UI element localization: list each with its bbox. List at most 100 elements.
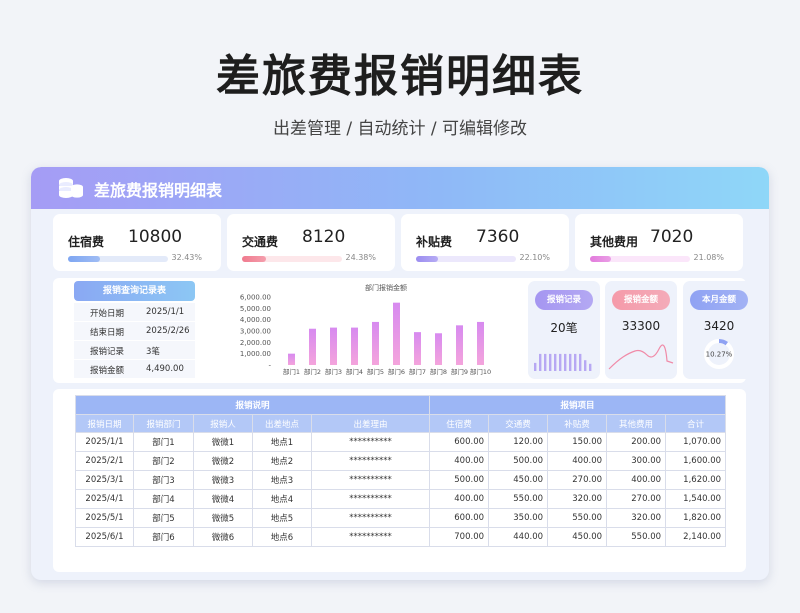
table-cell: 400.00 (606, 470, 667, 490)
x-tick-label: 部门9 (451, 367, 468, 376)
query-key: 报销金额 (90, 366, 125, 376)
table-cell: 2025/1/1 (75, 432, 134, 452)
table-cell: ********** (310, 432, 431, 452)
table-cell: 2025/2/1 (75, 451, 134, 471)
chart-bar (309, 328, 316, 365)
table-cell: 地点3 (252, 470, 312, 490)
table-cell: 微微5 (193, 508, 253, 528)
table-cell: 440.00 (488, 527, 549, 547)
mini-bar (564, 353, 567, 371)
table-cell: 地点6 (252, 527, 312, 547)
kpi-card: 住宿费 10800 32.43% (53, 214, 221, 271)
kpi-progress-bar (416, 256, 516, 262)
mini-bar (534, 362, 537, 371)
group-header-left: 报销说明 (74, 395, 431, 415)
query-value: 2025/2/26 (146, 326, 190, 336)
page-subtitle: 出差管理 / 自动统计 / 可编辑修改 (272, 119, 528, 139)
kpi-value: 7020 (650, 227, 694, 247)
kpi-progress-fill (590, 256, 612, 262)
stat-card: 报销金额 33300 (605, 281, 677, 379)
table-cell: ********** (310, 527, 431, 547)
chart-bar (477, 321, 484, 365)
x-tick-label: 部门6 (388, 367, 405, 376)
query-key: 开始日期 (90, 309, 125, 319)
table-cell: 550.00 (606, 527, 667, 547)
table-cell: 320.00 (606, 508, 667, 528)
y-tick-label: 3,000.00 (240, 328, 271, 336)
x-tick-label: 部门4 (346, 367, 363, 376)
x-tick-label: 部门3 (325, 367, 342, 376)
table-cell: 微微6 (193, 527, 253, 547)
table-cell: 2025/3/1 (75, 470, 134, 490)
table-row: 2025/2/1 部门2 微微2 地点2 ********** 400.00 500.00 4… (75, 451, 727, 471)
x-tick-label: 部门10 (470, 367, 491, 376)
table-cell: 部门4 (133, 489, 194, 509)
query-value: 4,490.00 (146, 364, 184, 374)
mini-bar (539, 353, 542, 371)
mini-bar (554, 353, 557, 371)
kpi-label: 住宿费 (68, 235, 105, 249)
query-key: 结束日期 (90, 328, 125, 338)
column-header: 报销日期 (75, 414, 134, 433)
column-header: 出差理由 (310, 414, 431, 433)
table-cell: 550.00 (547, 508, 608, 528)
table-cell: 200.00 (606, 432, 667, 452)
table-row: 2025/6/1 部门6 微微6 地点6 ********** 700.00 440.00 4… (75, 527, 727, 547)
query-value: 3笔 (146, 347, 160, 357)
group-header-right: 报销项目 (429, 395, 727, 415)
stat-value: 3420 (703, 319, 735, 333)
coin-stack-icon (59, 178, 83, 198)
chart-bar (330, 327, 337, 365)
table-cell: 2025/6/1 (75, 527, 134, 547)
kpi-progress-bar (68, 256, 168, 262)
mini-bar (544, 353, 547, 371)
table-row: 2025/3/1 部门3 微微3 地点3 ********** 500.00 450.00 2… (75, 470, 727, 490)
kpi-progress-fill (416, 256, 439, 262)
table-cell: 地点1 (252, 432, 312, 452)
column-header: 补贴费 (547, 414, 608, 433)
table-cell: ********** (310, 508, 431, 528)
column-header: 合计 (665, 414, 727, 433)
kpi-percent: 22.10% (519, 253, 550, 262)
table-row: 2025/4/1 部门4 微微4 地点4 ********** 400.00 550.00 3… (75, 489, 727, 509)
x-tick-label: 部门5 (367, 367, 384, 376)
table-cell: 450.00 (488, 470, 549, 490)
x-tick-label: 部门8 (430, 367, 447, 376)
table-cell: ********** (310, 451, 431, 471)
table-cell: 450.00 (547, 527, 608, 547)
donut-percent: 10.27% (706, 351, 733, 359)
table-cell: 300.00 (606, 451, 667, 471)
mini-bar (584, 360, 587, 371)
table-cell: 350.00 (488, 508, 549, 528)
table-cell: 微微1 (193, 432, 253, 452)
chart-bar (456, 325, 463, 365)
table-cell: 部门6 (133, 527, 194, 547)
kpi-progress-bar (590, 256, 690, 262)
banner-title: 差旅费报销明细表 (94, 181, 223, 200)
chart-title: 部门报销金额 (365, 283, 407, 292)
chart-bar (372, 321, 379, 365)
table-cell: 地点4 (252, 489, 312, 509)
table-cell: 600.00 (429, 432, 490, 452)
donut-chart: 10.27% (704, 338, 734, 369)
table-cell: 1,600.00 (665, 451, 727, 471)
chart-bar (435, 333, 442, 365)
query-title: 报销查询记录表 (74, 281, 195, 301)
table-cell: 120.00 (488, 432, 549, 452)
y-tick-label: 1,000.00 (240, 350, 271, 358)
y-tick-label: 5,000.00 (240, 305, 271, 313)
table-cell: 1,540.00 (665, 489, 727, 509)
kpi-value: 10800 (128, 227, 183, 247)
stat-label: 本月金额 (690, 290, 748, 310)
kpi-label: 交通费 (242, 235, 279, 249)
column-header: 住宿费 (429, 414, 490, 433)
y-tick-label: 4,000.00 (240, 316, 271, 324)
kpi-percent: 21.08% (693, 253, 724, 262)
table-cell: 微微4 (193, 489, 253, 509)
department-bar-chart: 部门报销金额 6,000.00 5,000.00 4,000.00 3,000.00 2,… (240, 283, 491, 376)
stat-label: 报销记录 (535, 290, 593, 310)
column-header: 报销人 (193, 414, 253, 433)
mini-line-chart (608, 344, 674, 370)
table-cell: 部门1 (133, 432, 194, 452)
query-row: 报销金额 4,490.00 (74, 360, 195, 379)
